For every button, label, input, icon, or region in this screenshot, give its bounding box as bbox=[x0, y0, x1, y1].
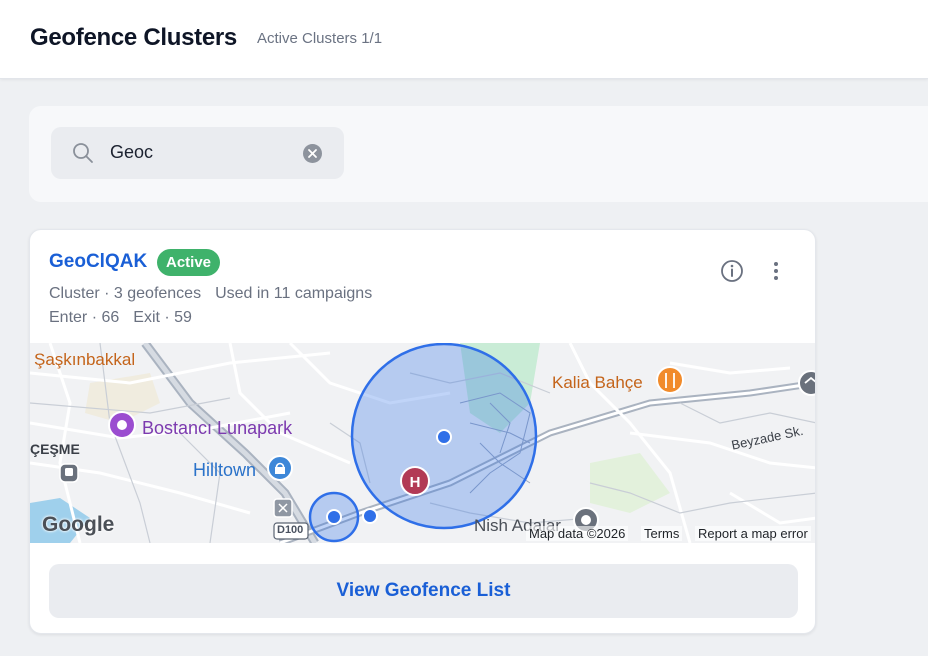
svg-text:H: H bbox=[410, 474, 421, 491]
info-icon[interactable] bbox=[720, 259, 744, 283]
geofence-summary: Cluster · 3 geofences bbox=[49, 285, 202, 302]
map-data-credit: Map data ©2026 bbox=[526, 526, 629, 541]
map-label-hilltown: Hilltown bbox=[193, 460, 257, 480]
google-logo: Google bbox=[42, 513, 115, 536]
status-badge: Active bbox=[157, 249, 221, 276]
active-clusters-count: Active Clusters 1/1 bbox=[257, 30, 383, 47]
cluster-card: GeoClQAK Active Cluster · 3 geofences Use… bbox=[29, 229, 816, 634]
search-box[interactable]: Geoc bbox=[51, 127, 344, 179]
hospital-marker: H bbox=[400, 466, 430, 496]
exit-count: Exit · 59 bbox=[133, 309, 192, 326]
map-label-bostanci: Bostancı Lunapark bbox=[142, 418, 293, 438]
cluster-name-link[interactable]: GeoClQAK bbox=[49, 251, 147, 273]
report-map-error-link[interactable]: Report a map error bbox=[695, 526, 811, 541]
page-title: Geofence Clusters bbox=[30, 24, 237, 51]
cluster-stats: Enter · 66 Exit · 59 bbox=[49, 309, 192, 327]
map-label-kalia: Kalia Bahçe bbox=[552, 373, 643, 392]
more-vertical-icon[interactable] bbox=[766, 259, 786, 283]
map-label-cesme: ÇEŞME bbox=[30, 441, 80, 457]
map-background: H bbox=[30, 343, 815, 543]
top-bar: Geofence Clusters Active Clusters 1/1 bbox=[0, 0, 928, 79]
view-geofence-list-button[interactable]: View Geofence List bbox=[49, 564, 798, 618]
map-view[interactable]: H Şaşkınbakkal Kalia Bahçe Bostancı Luna… bbox=[30, 343, 815, 543]
search-input[interactable]: Geoc bbox=[110, 142, 153, 163]
cluster-meta: Cluster · 3 geofences Used in 11 campaign… bbox=[49, 285, 372, 303]
enter-count: Enter · 66 bbox=[49, 309, 120, 326]
clear-icon[interactable] bbox=[303, 144, 322, 163]
map-label-saskinbakkal: Şaşkınbakkal bbox=[34, 350, 136, 369]
map-terms-link[interactable]: Terms bbox=[641, 526, 683, 541]
filter-panel: Geoc bbox=[29, 106, 928, 202]
search-icon bbox=[73, 143, 93, 163]
road-shield-d100: D100 bbox=[277, 524, 304, 536]
campaign-usage: Used in 11 campaigns bbox=[215, 285, 373, 302]
